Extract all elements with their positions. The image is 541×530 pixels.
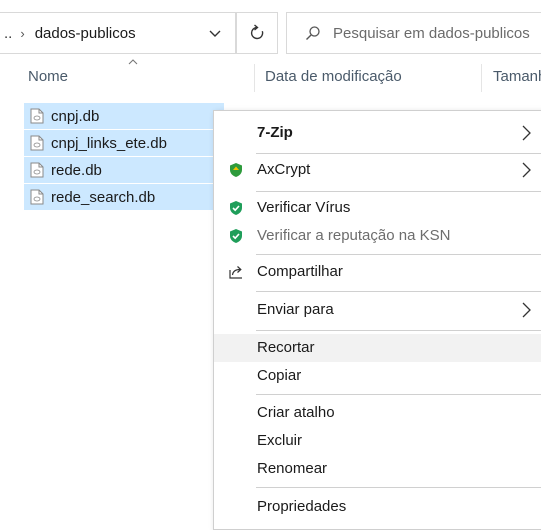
search-icon — [306, 26, 320, 40]
breadcrumb-current-folder[interactable]: dados-publicos — [35, 25, 136, 42]
menu-item-7zip[interactable]: 7-Zip — [214, 119, 541, 147]
menu-item-verificar-virus[interactable]: Verificar Vírus — [214, 194, 541, 222]
menu-item-enviar-para[interactable]: Enviar para — [214, 296, 541, 324]
kaspersky-shield-icon — [230, 229, 242, 243]
menu-item-label: Excluir — [257, 432, 303, 449]
menu-separator — [256, 153, 541, 154]
file-row[interactable]: rede.db — [24, 157, 224, 183]
context-menu: 7-Zip AxCrypt Verificar Vírus Verificar … — [213, 110, 541, 530]
menu-item-criar-atalho[interactable]: Criar atalho — [214, 399, 541, 427]
menu-item-label: Verificar Vírus — [257, 199, 351, 216]
menu-item-label: 7-Zip — [257, 124, 293, 141]
menu-item-label: Copiar — [257, 367, 302, 384]
database-file-icon — [30, 135, 44, 151]
address-bar[interactable]: .. › dados-publicos — [0, 12, 236, 54]
menu-item-renomear[interactable]: Renomear — [214, 455, 541, 483]
menu-separator — [256, 487, 541, 488]
toolbar: .. › dados-publicos Pesquisar em dados-p… — [0, 0, 541, 64]
file-name[interactable]: cnpj_links_ete.db — [51, 135, 167, 152]
menu-separator — [256, 330, 541, 331]
file-name[interactable]: rede.db — [51, 162, 102, 179]
sort-ascending-icon — [128, 59, 138, 65]
column-header-modified[interactable]: Data de modificação — [265, 68, 402, 85]
refresh-button[interactable] — [236, 12, 278, 54]
file-row[interactable]: cnpj_links_ete.db — [24, 130, 224, 156]
column-header-size[interactable]: Tamanh — [493, 68, 541, 85]
column-divider[interactable] — [254, 64, 255, 92]
menu-item-label: AxCrypt — [257, 161, 311, 178]
menu-item-verificar-ksn[interactable]: Verificar a reputação na KSN — [214, 222, 541, 250]
chevron-right-icon — [522, 162, 531, 178]
file-row[interactable]: cnpj.db — [24, 103, 224, 129]
kaspersky-shield-icon — [230, 201, 242, 215]
menu-item-excluir[interactable]: Excluir — [214, 427, 541, 455]
menu-separator — [256, 291, 541, 292]
menu-item-label: Propriedades — [257, 498, 347, 515]
column-headers: Nome Data de modificação Tamanh — [0, 59, 541, 92]
chevron-down-icon[interactable] — [207, 25, 223, 41]
axcrypt-shield-icon — [230, 163, 242, 177]
menu-item-axcrypt[interactable]: AxCrypt — [214, 156, 541, 184]
menu-item-label: Recortar — [257, 339, 315, 356]
menu-item-label: Enviar para — [257, 301, 334, 318]
menu-item-label: Criar atalho — [257, 404, 335, 421]
refresh-icon — [250, 24, 264, 40]
address-overflow[interactable]: .. — [4, 25, 12, 42]
database-file-icon — [30, 189, 44, 205]
file-row[interactable]: rede_search.db — [24, 184, 224, 210]
column-header-name[interactable]: Nome — [28, 68, 68, 85]
file-list: cnpj.db cnpj_links_ete.db rede.db rede_s… — [24, 103, 224, 211]
menu-separator — [256, 191, 541, 192]
menu-item-recortar[interactable]: Recortar — [214, 334, 541, 362]
menu-separator — [256, 254, 541, 255]
database-file-icon — [30, 162, 44, 178]
file-name[interactable]: rede_search.db — [51, 189, 155, 206]
breadcrumb-separator-icon[interactable]: › — [20, 26, 24, 41]
menu-separator — [256, 394, 541, 395]
search-placeholder[interactable]: Pesquisar em dados-publicos — [333, 25, 530, 42]
database-file-icon — [30, 108, 44, 124]
search-box[interactable]: Pesquisar em dados-publicos — [286, 12, 541, 54]
share-icon — [229, 266, 242, 279]
menu-item-copiar[interactable]: Copiar — [214, 362, 541, 390]
chevron-right-icon — [522, 302, 531, 318]
menu-item-propriedades[interactable]: Propriedades — [214, 493, 541, 521]
chevron-right-icon — [522, 125, 531, 141]
column-divider[interactable] — [481, 64, 482, 92]
file-name[interactable]: cnpj.db — [51, 108, 99, 125]
menu-item-label: Verificar a reputação na KSN — [257, 227, 451, 244]
menu-item-label: Renomear — [257, 460, 328, 477]
menu-item-compartilhar[interactable]: Compartilhar — [214, 258, 541, 286]
menu-item-label: Compartilhar — [257, 263, 343, 280]
